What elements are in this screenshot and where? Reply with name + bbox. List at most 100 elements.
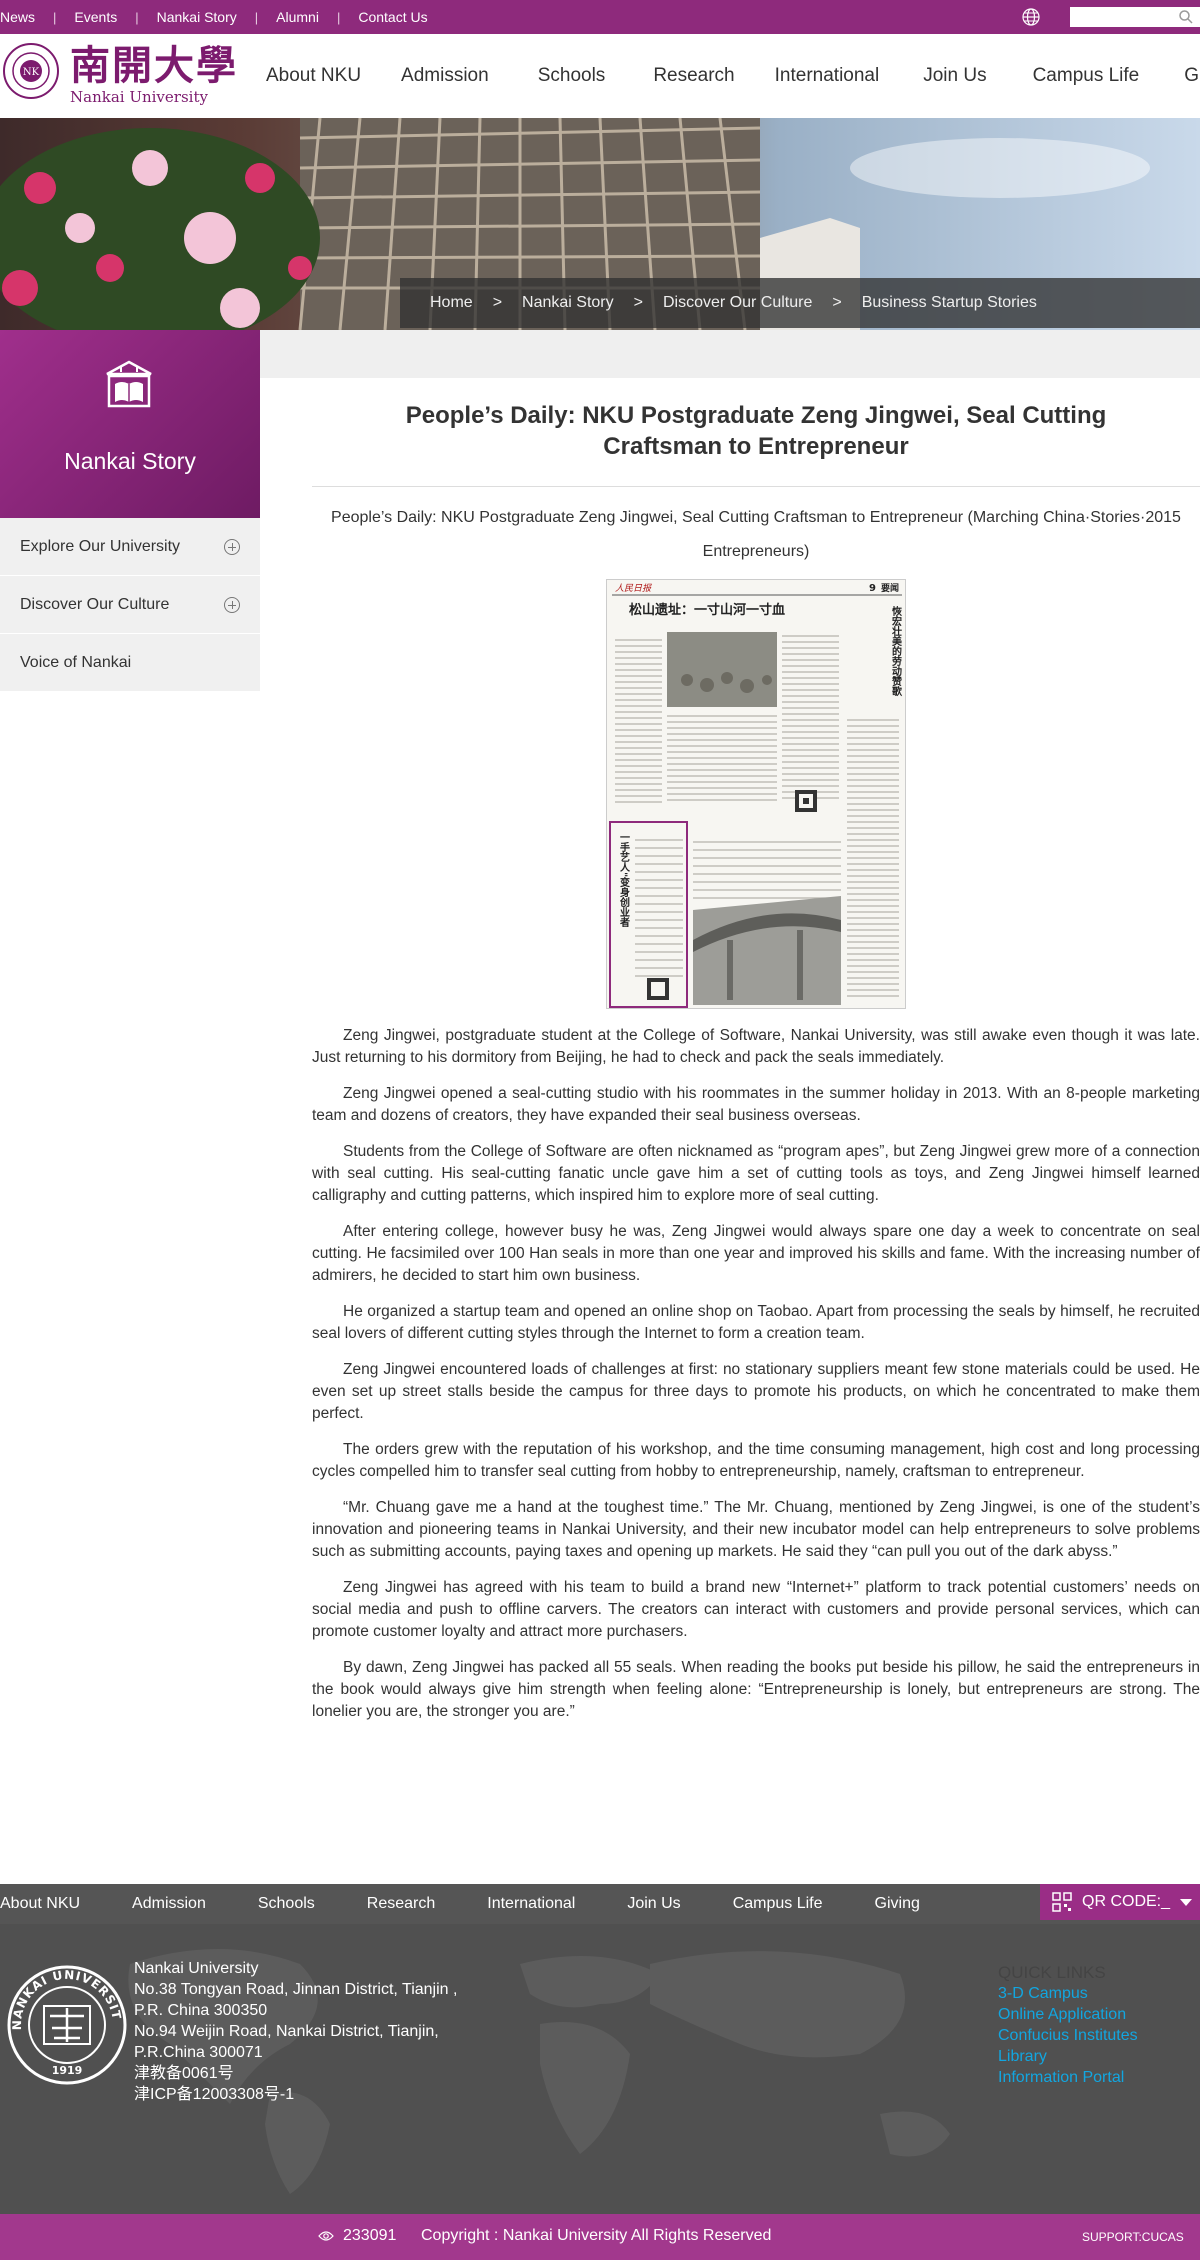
site-header: NK 南開大學 Nankai University About NKU Admis… <box>0 34 1200 118</box>
seal-year: 1919 <box>52 2064 83 2077</box>
sidebar-item-label: Explore Our University <box>20 537 181 555</box>
logo-chinese-name[interactable]: 南開大學 <box>70 44 238 88</box>
top-link-nankai-story[interactable]: Nankai Story <box>157 9 237 25</box>
chevron-down-icon <box>1180 1898 1193 1906</box>
newspaper-page-number: 9 <box>869 583 876 594</box>
footer-address: Nankai University No.38 Tongyan Road, Ji… <box>134 1958 474 2105</box>
top-link-contact-us[interactable]: Contact Us <box>358 9 427 25</box>
university-seal-footer: NANKAI UNIVERSITY 1919 <box>6 1964 127 2085</box>
article-paragraph: The orders grew with the reputation of h… <box>312 1441 1200 1480</box>
article-paragraph: He organized a startup team and opened a… <box>312 1303 1200 1342</box>
top-link-alumni[interactable]: Alumni <box>276 9 319 25</box>
footer-bottom-bar: 233091 Copyright : Nankai University All… <box>0 2214 1200 2260</box>
svg-text:NANKAI UNIVERSITY: NANKAI UNIVERSITY <box>6 1964 124 2030</box>
separator: | <box>254 9 259 25</box>
footer-license: 津教备0061号 <box>134 2065 234 2082</box>
university-seal-logo[interactable]: NK <box>2 42 60 100</box>
nav-about-nku[interactable]: About NKU <box>266 65 361 87</box>
breadcrumb-business-startup-stories[interactable]: Business Startup Stories <box>862 294 1037 312</box>
expand-plus-icon[interactable] <box>224 596 240 613</box>
article-title: People’s Daily: NKU Postgraduate Zeng Ji… <box>405 402 1107 460</box>
content-top-strip <box>260 330 1200 378</box>
visit-counter: 233091 <box>343 2227 397 2244</box>
article: People’s Daily: NKU Postgraduate Zeng Ji… <box>312 378 1200 1737</box>
globe-icon[interactable] <box>1021 7 1041 27</box>
footer-nav-join-us[interactable]: Join Us <box>627 1895 680 1913</box>
hero-banner: Home > Nankai Story > Discover Our Cultu… <box>0 118 1200 330</box>
nav-join-us[interactable]: Join Us <box>923 65 986 87</box>
search-icon[interactable] <box>1178 9 1194 25</box>
footer-nav-giving[interactable]: Giving <box>875 1895 920 1913</box>
sidebar-item-voice-of-nankai[interactable]: Voice of Nankai <box>0 634 260 692</box>
qr-code-label: QR CODE:_ <box>1082 1893 1171 1910</box>
footer-nav-schools[interactable]: Schools <box>258 1895 315 1913</box>
top-links: News | Events | Nankai Story | Alumni | … <box>0 0 428 34</box>
footer-university-name: Nankai University <box>134 1960 259 1977</box>
nav-giving[interactable]: Giving <box>1184 65 1200 87</box>
nav-research[interactable]: Research <box>653 65 734 87</box>
logo-english-name[interactable]: Nankai University <box>70 88 208 106</box>
top-link-events[interactable]: Events <box>74 9 117 25</box>
article-paragraph: After entering college, however busy he … <box>312 1223 1200 1284</box>
breadcrumb-discover-our-culture[interactable]: Discover Our Culture <box>663 294 812 312</box>
newspaper-headline: 松山遗址：一寸山河一寸血 <box>629 602 785 618</box>
support-credit[interactable]: SUPPORT:CUCAS <box>1082 2230 1184 2244</box>
nav-campus-life[interactable]: Campus Life <box>1033 65 1140 87</box>
newspaper-page-image: 人民日报 9 要闻 松山遗址：一寸山河一寸血 恢宏壮美的劳动赞歌 一手艺人"变身… <box>606 579 906 1009</box>
article-body: Zeng Jingwei, postgraduate student at th… <box>312 1025 1200 1723</box>
nav-admission[interactable]: Admission <box>401 65 489 87</box>
footer-address-line: No.38 Tongyan Road, Jinnan District, Tia… <box>134 1981 458 2019</box>
sidebar-header: Nankai Story <box>0 330 260 518</box>
main-nav: About NKU Admission Schools Research Interna… <box>266 34 1200 118</box>
sidebar-menu: Explore Our University Discover Our Cult… <box>0 518 260 692</box>
footer-nav: About NKU Admission Schools Research Interna… <box>0 1884 972 1924</box>
book-building-icon <box>106 360 152 408</box>
footer-nav-admission[interactable]: Admission <box>132 1895 206 1913</box>
sidebar-item-explore-our-university[interactable]: Explore Our University <box>0 518 260 576</box>
breadcrumb-home[interactable]: Home <box>430 294 473 312</box>
qr-code-icon <box>1052 1892 1072 1912</box>
quick-links-title: QUICK LINKS <box>998 1963 1106 1982</box>
footer-nav-bar: About NKU Admission Schools Research Interna… <box>0 1884 1200 1924</box>
expand-plus-icon[interactable] <box>224 538 240 555</box>
footer-nav-about-nku[interactable]: About NKU <box>0 1895 80 1913</box>
footer-icp: 津ICP备12003308号-1 <box>134 2086 295 2103</box>
eye-icon <box>318 2231 334 2241</box>
footer-main: NANKAI UNIVERSITY 1919 Nankai University… <box>0 1924 1200 2214</box>
svg-text:NK: NK <box>23 67 40 78</box>
breadcrumb: Home > Nankai Story > Discover Our Cultu… <box>400 278 1200 328</box>
breadcrumb-separator: > <box>832 294 842 311</box>
breadcrumb-separator: > <box>492 294 503 311</box>
quick-link-online-application[interactable]: Online Application <box>998 2004 1138 2025</box>
newspaper-feature-headline: 一手艺人"变身创业者 <box>618 832 631 928</box>
footer-nav-research[interactable]: Research <box>367 1895 435 1913</box>
breadcrumb-separator: > <box>633 294 643 311</box>
breadcrumb-nankai-story[interactable]: Nankai Story <box>522 294 614 312</box>
article-paragraph: Zeng Jingwei opened a seal-cutting studi… <box>312 1085 1200 1124</box>
quick-link-3d-campus[interactable]: 3-D Campus <box>998 1983 1138 2004</box>
nav-international[interactable]: International <box>775 65 880 87</box>
separator: | <box>135 9 139 25</box>
article-paragraph: Zeng Jingwei encountered loads of challe… <box>312 1361 1200 1422</box>
article-paragraph: Students from the College of Software ar… <box>312 1143 1200 1204</box>
newspaper-section: 要闻 <box>881 582 899 594</box>
sidebar-title: Nankai Story <box>64 448 196 474</box>
sidebar-item-label: Voice of Nankai <box>20 653 132 671</box>
footer-nav-campus-life[interactable]: Campus Life <box>733 1895 823 1913</box>
sidebar-item-discover-our-culture[interactable]: Discover Our Culture <box>0 576 260 634</box>
copyright: Copyright : Nankai University All Rights… <box>421 2227 772 2244</box>
newspaper-masthead: 人民日报 <box>615 583 652 594</box>
separator: | <box>336 9 341 25</box>
article-paragraph: By dawn, Zeng Jingwei has packed all 55 … <box>312 1659 1200 1720</box>
article-subtitle: People’s Daily: NKU Postgraduate Zeng Ji… <box>331 509 1181 560</box>
quick-link-information-portal[interactable]: Information Portal <box>998 2067 1138 2088</box>
newspaper-side-headline: 恢宏壮美的劳动赞歌 <box>890 605 903 697</box>
quick-link-library[interactable]: Library <box>998 2046 1138 2067</box>
footer-nav-international[interactable]: International <box>487 1895 575 1913</box>
qr-code-dropdown[interactable]: QR CODE:_ <box>1040 1884 1200 1920</box>
quick-link-confucius-institutes[interactable]: Confucius Institutes <box>998 2025 1138 2046</box>
article-paragraph: “Mr. Chuang gave me a hand at the toughe… <box>312 1499 1200 1560</box>
top-link-news[interactable]: News <box>0 9 35 25</box>
nav-schools[interactable]: Schools <box>538 65 606 87</box>
article-paragraph: Zeng Jingwei has agreed with his team to… <box>312 1579 1200 1640</box>
